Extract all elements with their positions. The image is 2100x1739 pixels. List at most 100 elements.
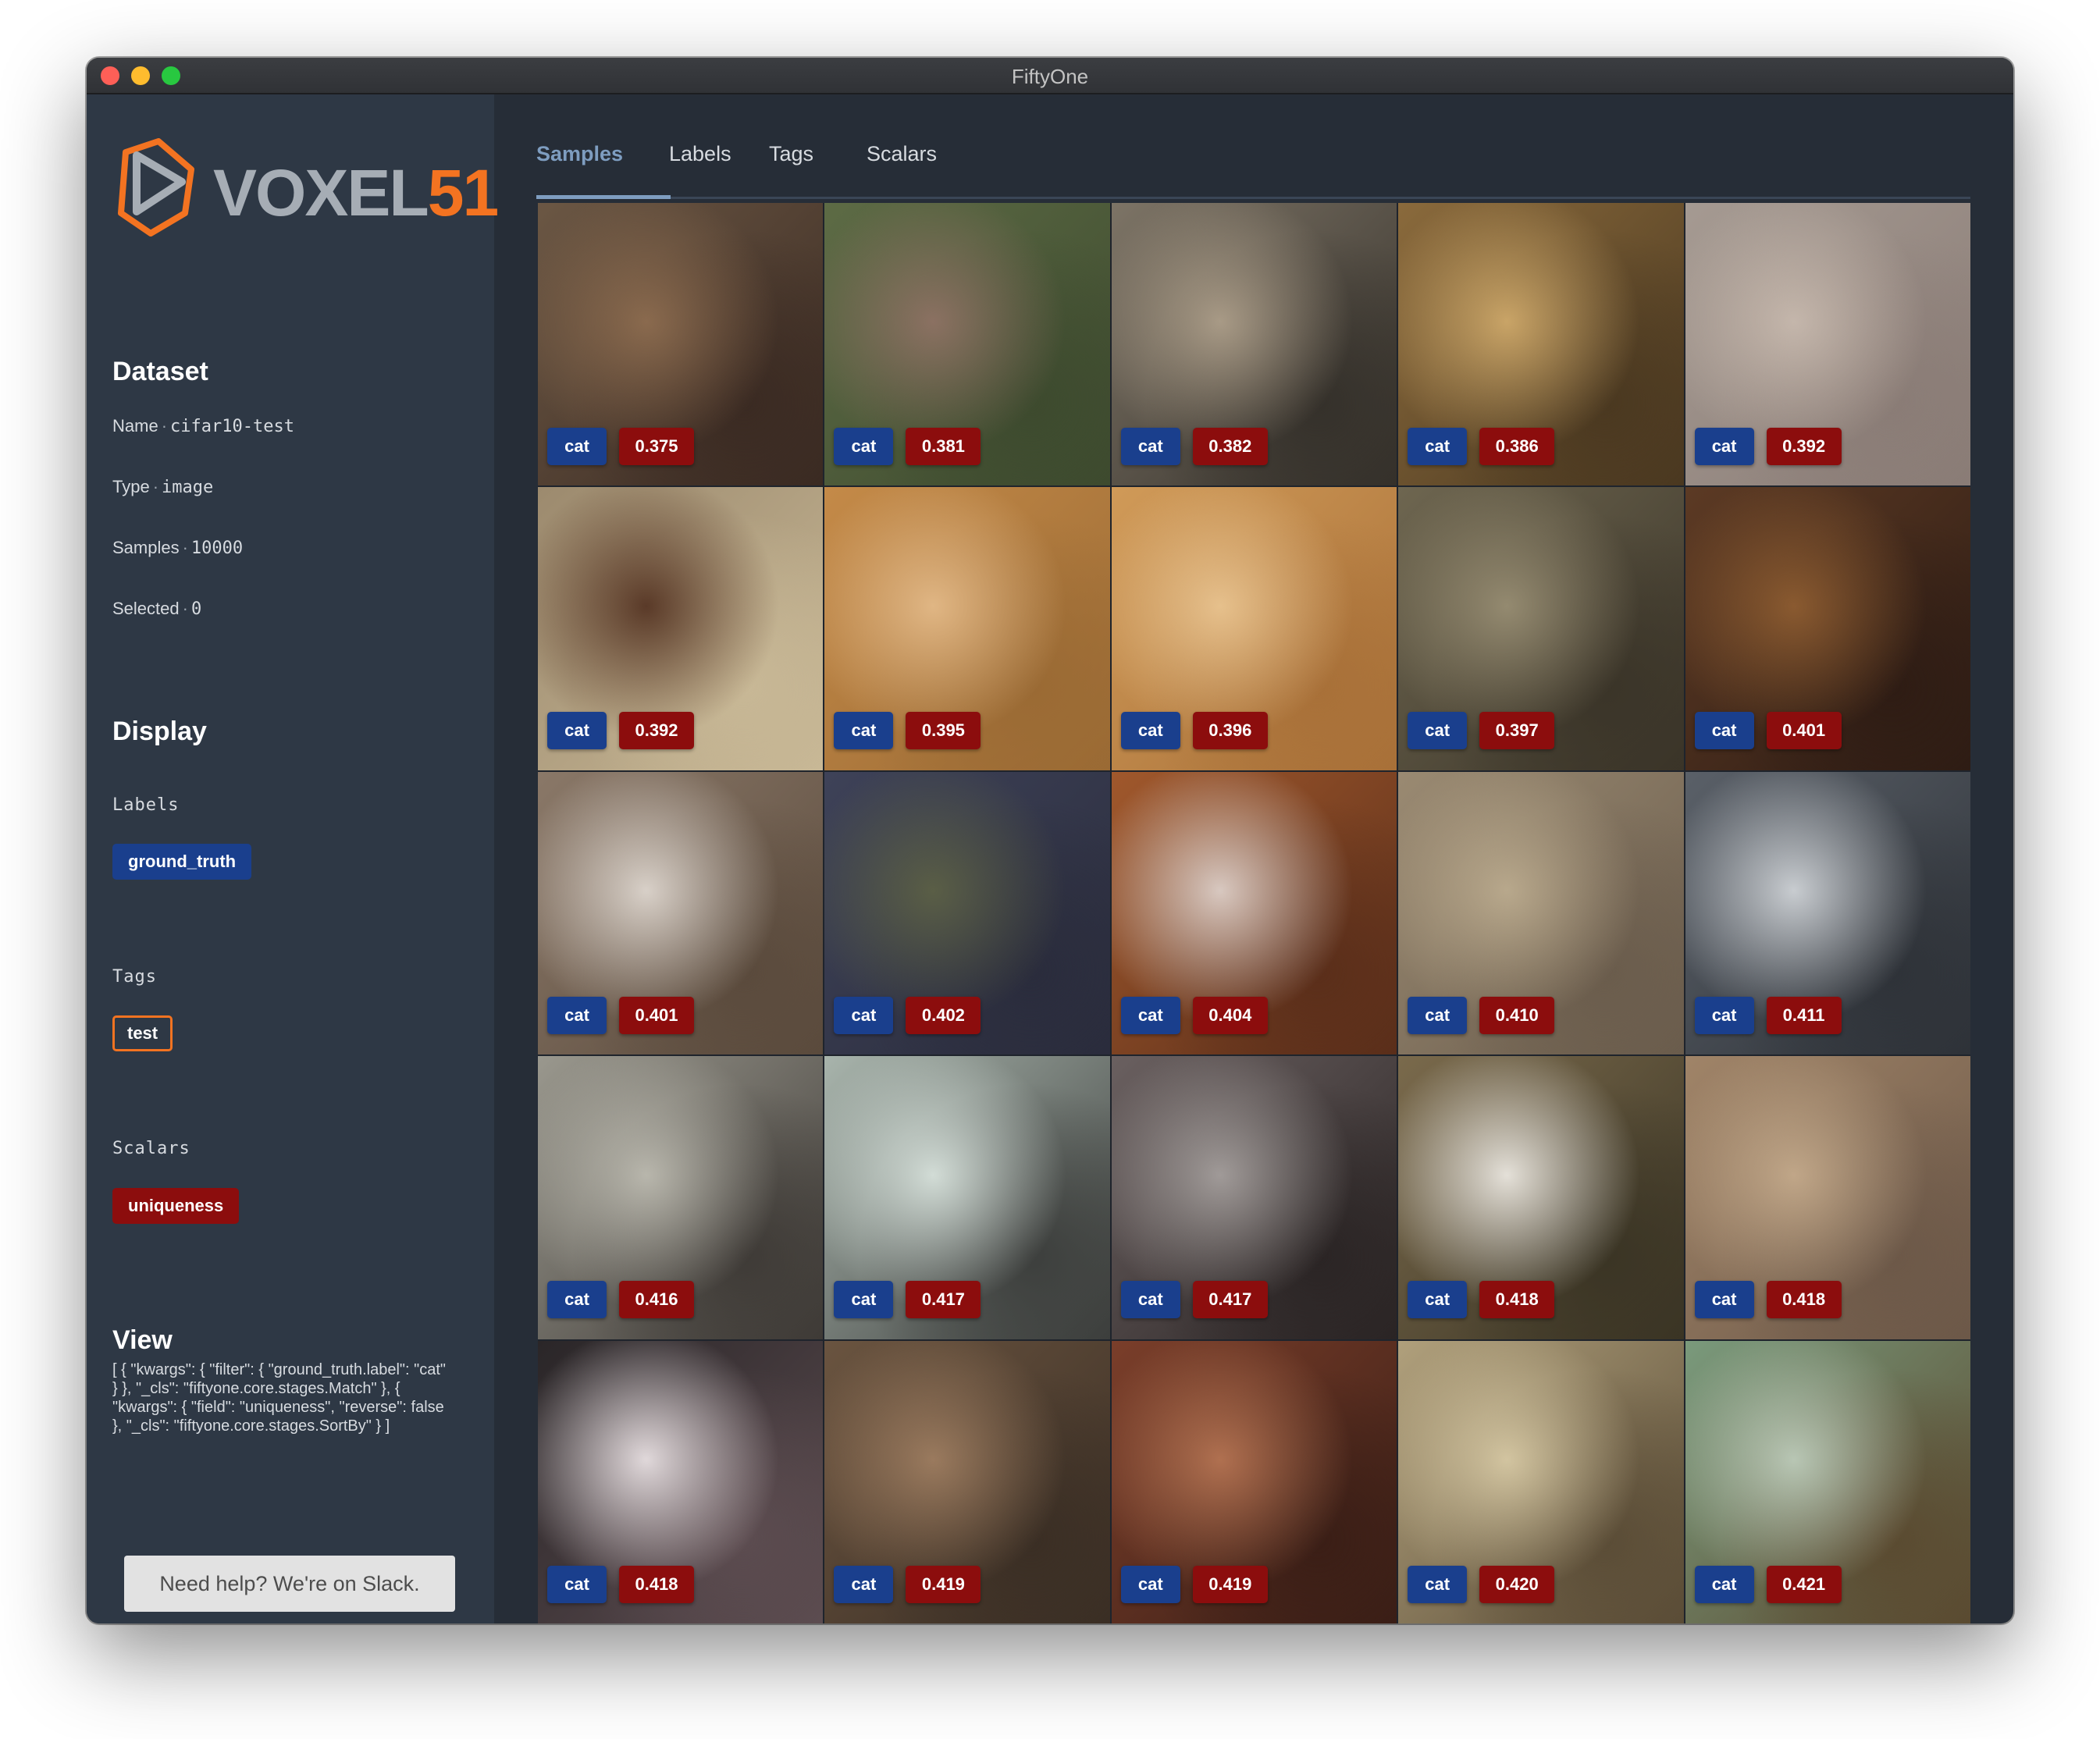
dataset-name-label: Name: [112, 416, 158, 436]
uniqueness-score-badge: 0.419: [1192, 1565, 1268, 1603]
ground-truth-label-badge: cat: [1120, 712, 1180, 750]
sample-tile[interactable]: cat 0.420: [1398, 1340, 1684, 1623]
ground-truth-label-badge: cat: [1694, 712, 1754, 750]
uniqueness-score-badge: 0.401: [619, 996, 694, 1034]
uniqueness-score-badge: 0.420: [1479, 1565, 1555, 1603]
sample-tile[interactable]: cat 0.404: [1111, 771, 1397, 1055]
active-tab-indicator: [536, 195, 671, 199]
sample-tile[interactable]: cat 0.386: [1398, 203, 1684, 486]
logo-text-accent: 51: [427, 156, 499, 229]
tab-samples[interactable]: Samples: [536, 142, 623, 181]
voxel51-logo: VOXEL51: [110, 138, 499, 240]
separator: ·: [182, 538, 188, 557]
uniqueness-score-badge: 0.375: [619, 428, 694, 465]
sample-tile[interactable]: cat 0.417: [1111, 1056, 1397, 1339]
ground-truth-label-badge: cat: [834, 1565, 894, 1603]
ground-truth-label-badge: cat: [547, 996, 607, 1034]
ground-truth-label-badge: cat: [1120, 428, 1180, 465]
sample-tile[interactable]: cat 0.397: [1398, 487, 1684, 770]
sample-tile[interactable]: cat 0.411: [1685, 771, 1970, 1055]
dataset-selected-row: Selected · 0: [112, 599, 201, 619]
sample-tile[interactable]: cat 0.416: [538, 1056, 824, 1339]
sample-tile[interactable]: cat 0.401: [1685, 487, 1970, 770]
separator: ·: [161, 416, 168, 436]
tab-divider: [536, 197, 1970, 199]
ground-truth-label-badge: cat: [834, 712, 894, 750]
sample-tile[interactable]: cat 0.418: [1685, 1056, 1970, 1339]
tab-scalars[interactable]: Scalars: [867, 142, 937, 181]
tab-labels[interactable]: Labels: [669, 142, 731, 181]
sample-tile[interactable]: cat 0.392: [1685, 203, 1970, 486]
uniqueness-score-badge: 0.386: [1479, 428, 1555, 465]
uniqueness-score-badge: 0.419: [906, 1565, 981, 1603]
sample-tile[interactable]: cat 0.418: [538, 1340, 824, 1623]
sample-tile[interactable]: cat 0.375: [538, 203, 824, 486]
ground-truth-label-badge: cat: [1694, 1565, 1754, 1603]
window-title: FiftyOne: [1011, 65, 1089, 88]
view-heading: View: [112, 1325, 173, 1355]
uniqueness-score-badge: 0.397: [1479, 712, 1555, 750]
sample-tile[interactable]: cat 0.419: [1111, 1340, 1397, 1623]
tags-heading: Tags: [112, 967, 157, 987]
uniqueness-score-badge: 0.421: [1766, 1565, 1842, 1603]
ground-truth-label-badge: cat: [547, 1281, 607, 1319]
logo-wordmark: VOXEL51: [213, 155, 499, 231]
dataset-type-label: Type: [112, 477, 150, 496]
ground-truth-label-badge: cat: [1408, 1281, 1468, 1319]
dataset-type-value: image: [162, 478, 214, 497]
uniqueness-score-badge: 0.392: [1766, 428, 1842, 465]
tab-tags[interactable]: Tags: [769, 142, 813, 181]
uniqueness-score-badge: 0.402: [906, 996, 981, 1034]
uniqueness-score-badge: 0.382: [1192, 428, 1268, 465]
dataset-samples-label: Samples: [112, 538, 180, 557]
ground-truth-label-badge: cat: [547, 1565, 607, 1603]
uniqueness-score-badge: 0.418: [619, 1565, 694, 1603]
slack-help-button[interactable]: Need help? We're on Slack.: [124, 1556, 455, 1612]
sample-tile[interactable]: cat 0.382: [1111, 203, 1397, 486]
ground-truth-label-badge: cat: [834, 428, 894, 465]
ground-truth-label-badge: cat: [1408, 428, 1468, 465]
dataset-heading: Dataset: [112, 357, 208, 386]
sample-grid: cat 0.375 cat 0.381 cat 0.382 cat 0.386 cat 0.392…: [538, 203, 1970, 1623]
ground-truth-label-badge: cat: [1694, 1281, 1754, 1319]
ground-truth-label-badge: cat: [547, 428, 607, 465]
app-window: FiftyOne VOXEL51 Dataset Name · cifar10-te…: [87, 58, 2013, 1623]
sample-tile[interactable]: cat 0.396: [1111, 487, 1397, 770]
sample-tile[interactable]: cat 0.421: [1685, 1340, 1970, 1623]
dataset-name-value: cifar10-test: [170, 417, 294, 436]
title-bar: FiftyOne: [87, 58, 2013, 94]
uniqueness-score-badge: 0.395: [906, 712, 981, 750]
logo-text-main: VOXEL: [213, 156, 429, 229]
sample-tile[interactable]: cat 0.417: [824, 1056, 1110, 1339]
sample-tile[interactable]: cat 0.418: [1398, 1056, 1684, 1339]
label-chip-ground-truth[interactable]: ground_truth: [112, 844, 252, 880]
sample-tile[interactable]: cat 0.381: [824, 203, 1110, 486]
dataset-type-row: Type · image: [112, 477, 213, 497]
labels-heading: Labels: [112, 795, 180, 815]
ground-truth-label-badge: cat: [1694, 996, 1754, 1034]
uniqueness-score-badge: 0.411: [1766, 996, 1842, 1034]
sample-tile[interactable]: cat 0.410: [1398, 771, 1684, 1055]
tag-chip-test[interactable]: test: [112, 1015, 173, 1051]
scalar-chip-uniqueness[interactable]: uniqueness: [112, 1188, 240, 1224]
sample-tile[interactable]: cat 0.395: [824, 487, 1110, 770]
sidebar: VOXEL51 Dataset Name · cifar10-test Type · i…: [87, 94, 499, 1623]
uniqueness-score-badge: 0.404: [1192, 996, 1268, 1034]
sample-tile[interactable]: cat 0.402: [824, 771, 1110, 1055]
sample-tile[interactable]: cat 0.401: [538, 771, 824, 1055]
ground-truth-label-badge: cat: [1120, 1281, 1180, 1319]
uniqueness-score-badge: 0.410: [1479, 996, 1555, 1034]
uniqueness-score-badge: 0.392: [619, 712, 694, 750]
ground-truth-label-badge: cat: [1120, 996, 1180, 1034]
ground-truth-label-badge: cat: [834, 996, 894, 1034]
scalars-heading: Scalars: [112, 1139, 190, 1158]
uniqueness-score-badge: 0.396: [1192, 712, 1268, 750]
ground-truth-label-badge: cat: [1120, 1565, 1180, 1603]
ground-truth-label-badge: cat: [547, 712, 607, 750]
ground-truth-label-badge: cat: [834, 1281, 894, 1319]
uniqueness-score-badge: 0.416: [619, 1281, 694, 1319]
sample-tile[interactable]: cat 0.392: [538, 487, 824, 770]
uniqueness-score-badge: 0.381: [906, 428, 981, 465]
sample-tile[interactable]: cat 0.419: [824, 1340, 1110, 1623]
ground-truth-label-badge: cat: [1408, 1565, 1468, 1603]
